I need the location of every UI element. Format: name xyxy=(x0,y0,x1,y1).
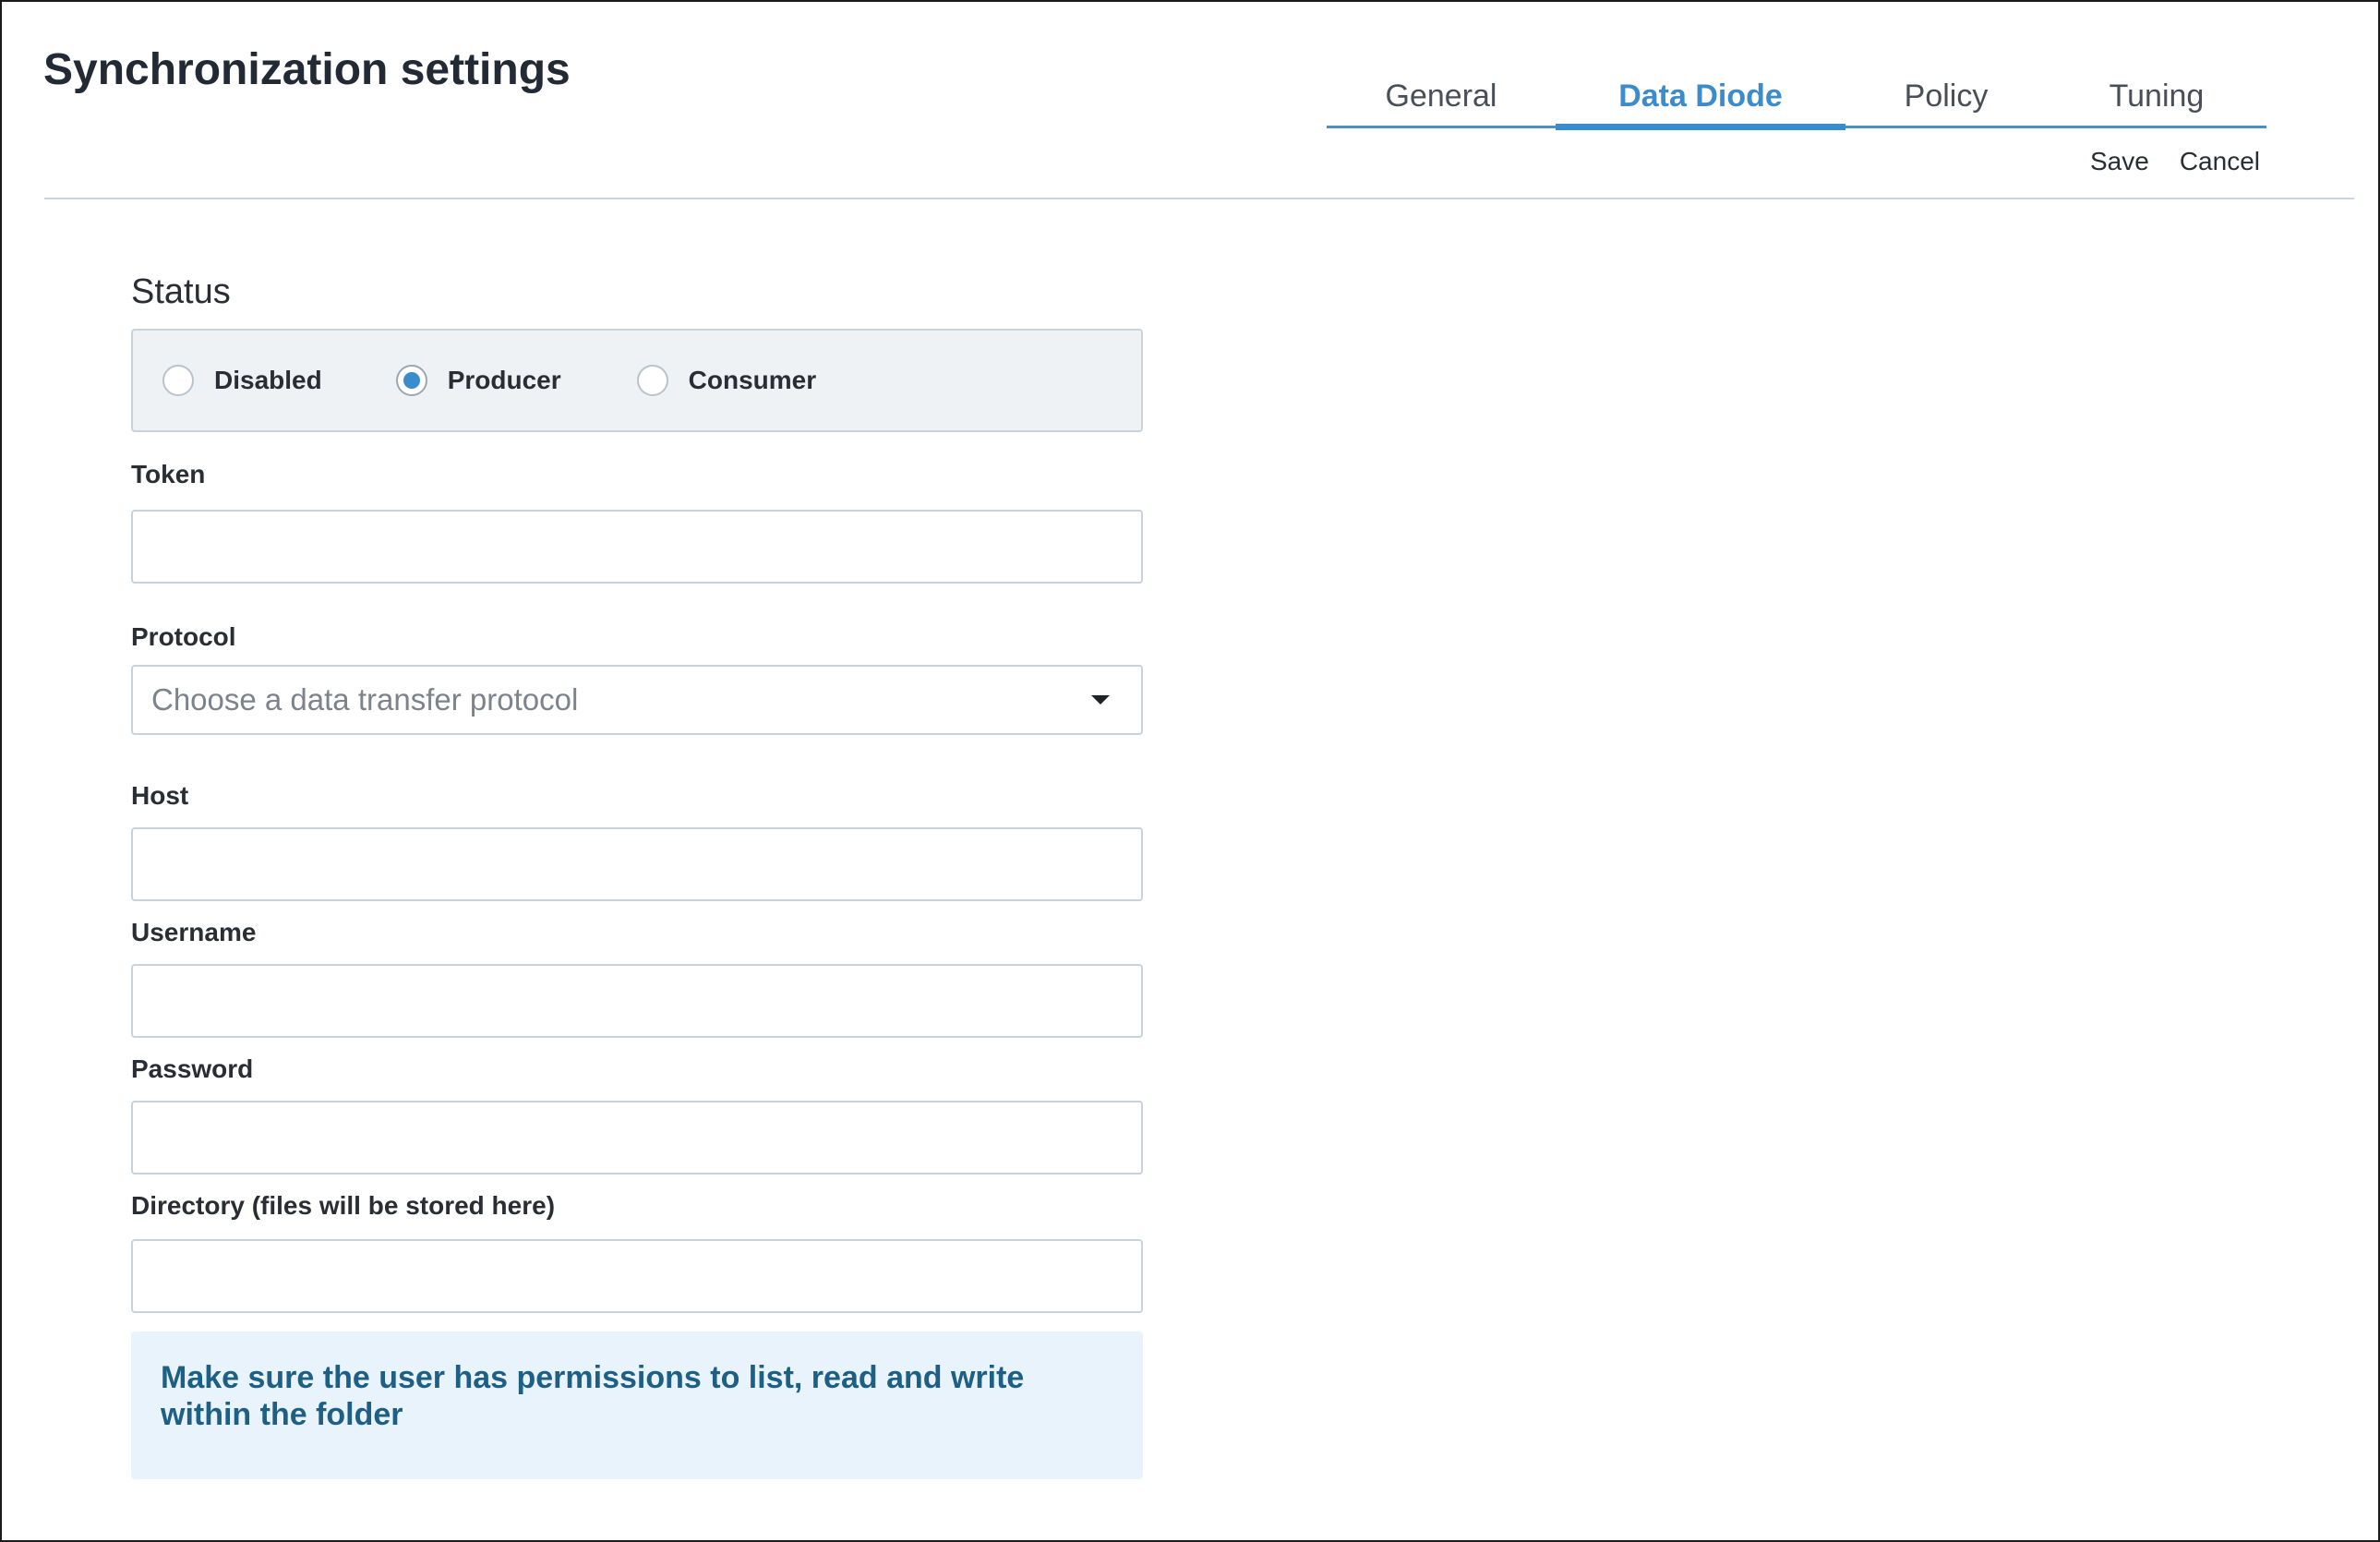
tab-tuning[interactable]: Tuning xyxy=(2047,66,2266,126)
protocol-placeholder: Choose a data transfer protocol xyxy=(151,682,579,717)
protocol-label: Protocol xyxy=(131,622,236,651)
directory-label: Directory (files will be stored here) xyxy=(131,1191,556,1220)
status-option-label: Disabled xyxy=(214,366,322,394)
tab-general[interactable]: General xyxy=(1327,66,1556,126)
save-button[interactable]: Save xyxy=(2090,145,2149,178)
username-input[interactable] xyxy=(131,964,1143,1038)
username-label: Username xyxy=(131,918,257,946)
protocol-select[interactable]: Choose a data transfer protocol xyxy=(131,665,1143,735)
token-label: Token xyxy=(131,460,206,488)
host-label: Host xyxy=(131,781,189,810)
cancel-button[interactable]: Cancel xyxy=(2180,145,2260,178)
token-input[interactable] xyxy=(131,510,1143,584)
host-input[interactable] xyxy=(131,827,1143,901)
status-option-label: Consumer xyxy=(688,366,817,394)
radio-unchecked-icon[interactable] xyxy=(162,365,194,396)
status-heading: Status xyxy=(131,272,231,311)
password-input[interactable] xyxy=(131,1101,1143,1175)
chevron-down-icon xyxy=(1091,695,1110,705)
page-title: Synchronization settings xyxy=(43,45,571,94)
status-option-label: Producer xyxy=(447,366,561,394)
status-option-disabled[interactable]: Disabled xyxy=(162,365,322,396)
settings-window: Synchronization settings General Data Di… xyxy=(0,0,2380,1542)
radio-unchecked-icon[interactable] xyxy=(636,365,668,396)
tab-data-diode[interactable]: Data Diode xyxy=(1556,66,1845,130)
radio-checked-icon[interactable] xyxy=(395,365,427,396)
status-radio-group: Disabled Producer Consumer xyxy=(131,329,1143,432)
password-label: Password xyxy=(131,1054,254,1083)
status-option-producer[interactable]: Producer xyxy=(395,365,561,396)
data-diode-form: Status Disabled Producer Consumer Token … xyxy=(131,270,1143,1479)
tab-policy[interactable]: Policy xyxy=(1845,66,2047,126)
header-divider xyxy=(44,198,2354,199)
directory-input[interactable] xyxy=(131,1239,1143,1313)
status-option-consumer[interactable]: Consumer xyxy=(636,365,817,396)
header-actions: Save Cancel xyxy=(2090,145,2260,178)
radio-dot-icon xyxy=(403,372,420,389)
permissions-info-box: Make sure the user has permissions to li… xyxy=(131,1331,1143,1479)
settings-tabs: General Data Diode Policy Tuning xyxy=(1327,66,2266,130)
